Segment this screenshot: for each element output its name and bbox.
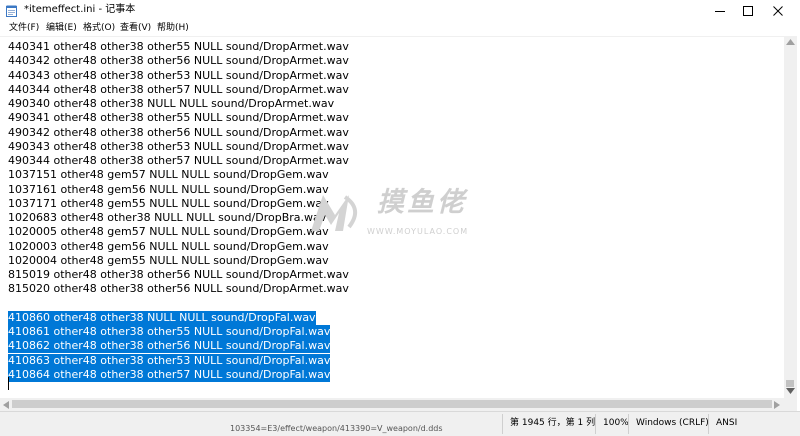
minimize-icon <box>715 10 725 12</box>
status-separator <box>708 414 709 434</box>
notepad-window: *itemeffect.ini - 记事本 文件(F) 编辑(E) 格式(O) … <box>0 0 800 436</box>
menu-file[interactable]: 文件(F) <box>9 22 39 34</box>
selected-text-line[interactable]: 410864 other48 other38 other57 NULL soun… <box>8 367 331 382</box>
status-separator <box>502 414 503 434</box>
menu-format[interactable]: 格式(O) <box>83 22 115 34</box>
watermark-url: WWW.MOYULAO.COM <box>367 227 469 236</box>
text-line[interactable]: 490344 other48 other38 other57 NULL soun… <box>8 154 349 168</box>
status-separator <box>595 414 596 434</box>
notepad-icon <box>6 5 17 17</box>
watermark: 摸鱼佬 WWW.MOYULAO.COM <box>305 183 515 245</box>
close-button[interactable] <box>762 0 794 21</box>
menu-edit[interactable]: 编辑(E) <box>46 22 77 34</box>
status-position: 第 1945 行，第 1 列 <box>510 418 596 428</box>
text-line[interactable]: 1020003 other48 gem56 NULL NULL sound/Dr… <box>8 240 329 254</box>
text-line[interactable]: 1020683 other48 other38 NULL NULL sound/… <box>8 211 326 225</box>
text-line[interactable]: 1020005 other48 gem57 NULL NULL sound/Dr… <box>8 225 329 239</box>
text-line[interactable]: 815020 other48 other38 other56 NULL soun… <box>8 282 349 296</box>
text-line[interactable]: 490340 other48 other38 NULL NULL sound/D… <box>8 97 334 111</box>
text-line[interactable]: 1037151 other48 gem57 NULL NULL sound/Dr… <box>8 168 329 182</box>
text-line[interactable]: 490343 other48 other38 other53 NULL soun… <box>8 140 349 154</box>
text-line[interactable]: 490342 other48 other38 other56 NULL soun… <box>8 126 349 140</box>
selected-text-line[interactable]: 410860 other48 other38 NULL NULL sound/D… <box>8 310 316 325</box>
text-line[interactable]: 1020004 other48 gem55 NULL NULL sound/Dr… <box>8 254 329 268</box>
text-line[interactable]: 440343 other48 other38 other53 NULL soun… <box>8 69 349 83</box>
text-line[interactable]: 1037161 other48 gem56 NULL NULL sound/Dr… <box>8 183 329 197</box>
scroll-left-icon[interactable] <box>3 401 9 409</box>
text-line[interactable]: 440344 other48 other38 other57 NULL soun… <box>8 83 349 97</box>
window-title: *itemeffect.ini - 记事本 <box>24 4 136 15</box>
vertical-scroll-thumb[interactable] <box>786 380 794 387</box>
scroll-down-icon[interactable] <box>786 388 795 394</box>
watermark-logo-icon <box>311 195 357 231</box>
menu-view[interactable]: 查看(V) <box>120 22 151 34</box>
status-line-ending: Windows (CRLF) <box>636 418 709 428</box>
maximize-button[interactable] <box>732 0 764 21</box>
scroll-up-icon[interactable] <box>786 39 795 45</box>
status-zoom: 100% <box>603 418 629 428</box>
background-window-text: 103354=E3/effect/weapon/413390=V_weapon/… <box>230 424 443 433</box>
text-caret <box>8 377 9 390</box>
close-icon <box>773 5 783 16</box>
horizontal-scroll-thumb[interactable] <box>12 400 772 408</box>
selected-text-line[interactable]: 410863 other48 other38 other53 NULL soun… <box>8 353 331 368</box>
menu-bar: 文件(F) 编辑(E) 格式(O) 查看(V) 帮助(H) <box>0 21 800 36</box>
text-line[interactable]: 440341 other48 other38 other55 NULL soun… <box>8 40 349 54</box>
watermark-text: 摸鱼佬 <box>377 187 467 218</box>
selected-text-line[interactable]: 410862 other48 other38 other56 NULL soun… <box>8 339 331 354</box>
scroll-right-icon[interactable] <box>774 401 780 409</box>
selected-text-line[interactable]: 410861 other48 other38 other55 NULL soun… <box>8 325 331 339</box>
status-encoding: ANSI <box>716 418 738 428</box>
text-line[interactable]: 1037171 other48 gem55 NULL NULL sound/Dr… <box>8 197 329 211</box>
text-line[interactable]: 815019 other48 other38 other56 NULL soun… <box>8 268 349 282</box>
text-line[interactable]: 440342 other48 other38 other56 NULL soun… <box>8 54 349 68</box>
menu-help[interactable]: 帮助(H) <box>157 22 189 34</box>
text-line[interactable]: 490341 other48 other38 other55 NULL soun… <box>8 111 349 125</box>
title-bar[interactable]: *itemeffect.ini - 记事本 <box>0 0 800 21</box>
vertical-scrollbar[interactable] <box>784 36 797 398</box>
maximize-icon <box>743 5 753 16</box>
status-separator <box>628 414 629 434</box>
